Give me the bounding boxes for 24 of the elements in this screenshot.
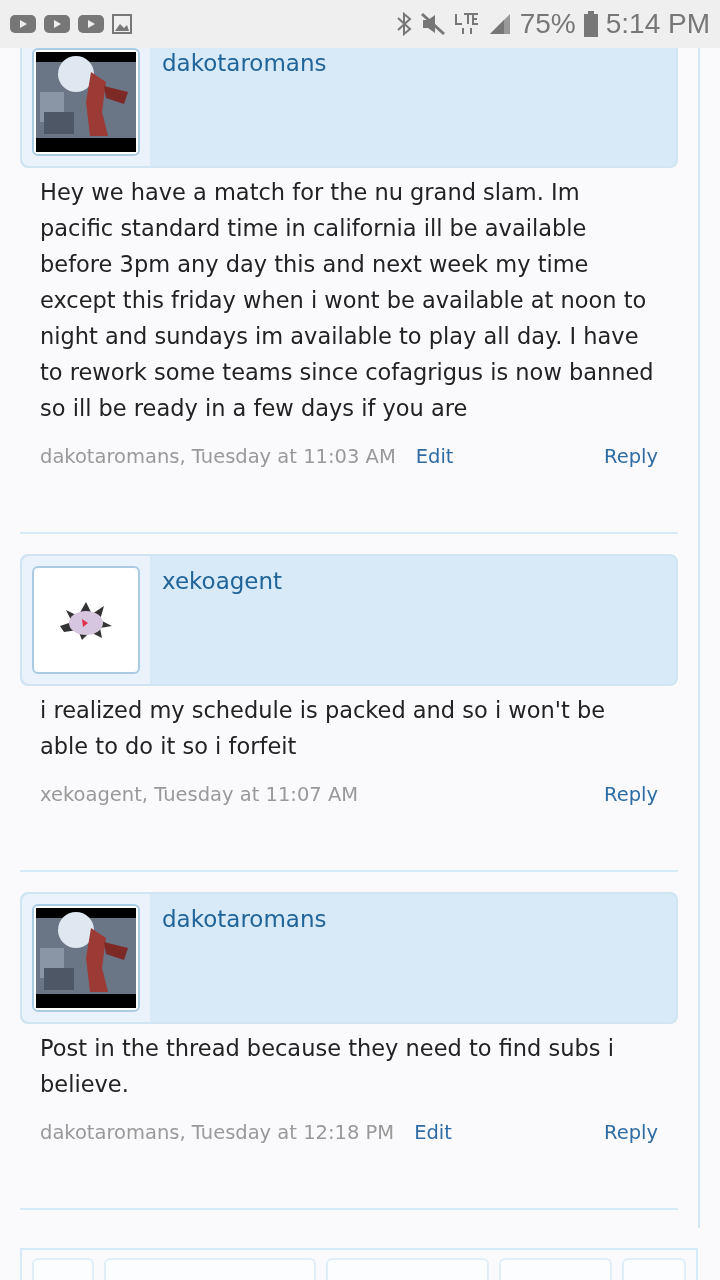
video-icon	[44, 15, 70, 33]
post-meta: dakotaromans, Tuesday at 11:03 AM	[40, 444, 396, 470]
video-icon	[10, 15, 36, 33]
edit-link[interactable]: Edit	[414, 1118, 452, 1148]
author-link[interactable]: dakotaromans	[162, 904, 327, 934]
author-link[interactable]: xekoagent	[162, 566, 283, 596]
battery-icon	[583, 11, 598, 37]
post-meta: xekoagent, Tuesday at 11:07 AM	[40, 782, 359, 808]
lte-icon	[453, 12, 480, 36]
post-message: i realized my schedule is packed and so i won't be able to do it so i forfeit	[40, 696, 607, 761]
post-message: Post in the thread because they need to find subs i believe.	[40, 1034, 615, 1099]
image-icon	[112, 14, 132, 34]
post-meta: dakotaromans, Tuesday at 12:18 PM	[40, 1120, 395, 1146]
reply-link[interactable]: Reply	[604, 442, 658, 472]
post-message: Hey we have a match for the nu grand slam. Im pacific standard time in california ill be available before 3pm any day this and next week my time except this friday when i wont be available at noon to night and sundays im available to play all day. I have to rework some teams since cofagrigus is now banned so ill be ready in a few days if you are	[40, 178, 655, 423]
clock-time: 5:14 PM	[605, 8, 710, 40]
edit-link[interactable]: Edit	[415, 442, 454, 472]
battery-percent: 75%	[519, 8, 576, 40]
reply-link[interactable]: Reply	[604, 780, 658, 810]
author-link[interactable]: dakotaromans	[162, 48, 327, 78]
mute-icon	[419, 12, 446, 36]
video-icon	[78, 15, 104, 33]
bluetooth-icon	[395, 12, 412, 36]
reply-link[interactable]: Reply	[604, 1118, 658, 1148]
